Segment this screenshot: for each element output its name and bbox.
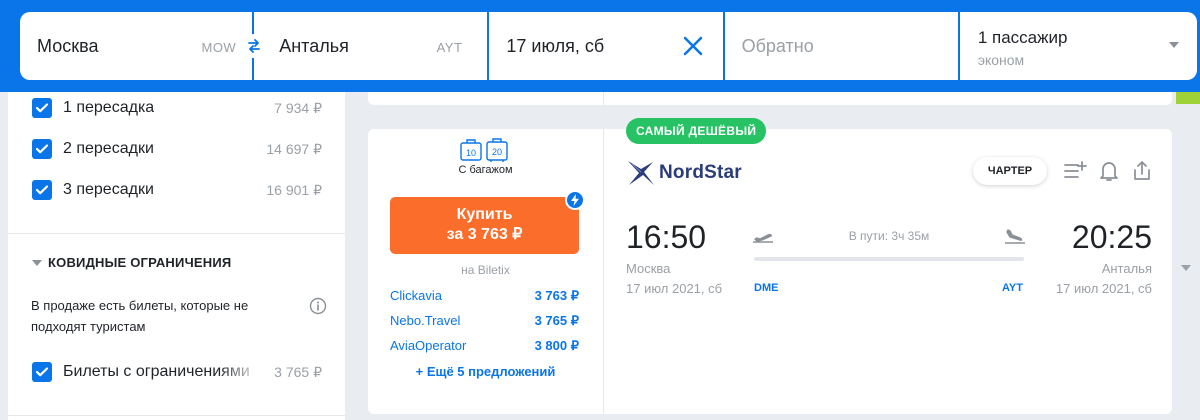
baggage-icons: 10 20 bbox=[460, 137, 508, 163]
offer-agency: Nebo.Travel bbox=[390, 313, 461, 328]
filter-label: 1 пересадка bbox=[63, 99, 155, 116]
filter-price: 3 765 ₽ bbox=[274, 363, 322, 380]
hand-luggage-weight: 10 bbox=[466, 148, 476, 158]
covid-section-title: КОВИДНЫЕ ОГРАНИЧЕНИЯ bbox=[48, 255, 232, 270]
arrival-airport-code[interactable]: AYT bbox=[1002, 282, 1023, 294]
suitcase-icon: 20 bbox=[486, 138, 508, 162]
filter-stops-2[interactable]: 2 пересадки 14 697 ₽ bbox=[32, 138, 322, 160]
origin-field[interactable]: Москва MOW bbox=[20, 12, 266, 80]
search-header: Москва MOW Анталья AYT 17 июля, сб Обрат… bbox=[0, 0, 1200, 92]
baggage-label: С багажом bbox=[458, 164, 513, 176]
departure-city: Москва bbox=[626, 261, 671, 276]
filter-label: 2 пересадки bbox=[63, 140, 154, 157]
return-date-placeholder: Обратно bbox=[741, 36, 814, 56]
filter-covid-restricted[interactable]: Билеты с ограничениями 3 765 ₽ bbox=[32, 361, 322, 383]
arrival-date: 17 июл 2021, сб bbox=[1055, 281, 1152, 296]
offer-agency: Clickavia bbox=[390, 288, 443, 303]
filter-price: 7 934 ₽ bbox=[274, 99, 322, 116]
cheapest-badge: САМЫЙ ДЕШЁВЫЙ bbox=[626, 118, 767, 144]
chevron-down-icon bbox=[32, 259, 42, 266]
passengers-select[interactable]: 1 пассажир эконом bbox=[959, 12, 1197, 80]
route-line bbox=[754, 257, 1024, 261]
side-tab[interactable] bbox=[1176, 92, 1200, 104]
charter-badge: ЧАРТЕР bbox=[973, 157, 1047, 185]
filters-sidebar: 1 пересадка 7 934 ₽ 2 пересадки 14 697 ₽… bbox=[8, 92, 345, 420]
suitcase-weight: 20 bbox=[492, 147, 502, 157]
departure-date-value: 17 июля, сб bbox=[506, 36, 605, 56]
clear-date-icon[interactable] bbox=[681, 34, 705, 58]
filter-price: 14 697 ₽ bbox=[266, 140, 322, 157]
nordstar-logo-icon bbox=[628, 161, 654, 185]
origin-code: MOW bbox=[201, 40, 237, 55]
offer-row[interactable]: Nebo.Travel 3 765 ₽ bbox=[390, 313, 579, 331]
airline-name: NordStar bbox=[659, 162, 742, 183]
covid-section-toggle[interactable]: КОВИДНЫЕ ОГРАНИЧЕНИЯ bbox=[32, 255, 231, 270]
divider bbox=[8, 415, 345, 416]
offer-row[interactable]: Clickavia 3 763 ₽ bbox=[390, 288, 579, 306]
offer-row[interactable]: AviaOperator 3 800 ₽ bbox=[390, 338, 579, 356]
checkbox-checked-icon[interactable] bbox=[32, 139, 52, 159]
departure-date: 17 июл 2021, сб bbox=[626, 281, 723, 296]
hand-luggage-icon: 10 bbox=[460, 139, 482, 161]
swap-direction-icon[interactable] bbox=[242, 34, 266, 58]
divider bbox=[8, 233, 345, 234]
search-form: Москва MOW Анталья AYT 17 июля, сб Обрат… bbox=[20, 12, 1197, 80]
checkbox-checked-icon[interactable] bbox=[32, 362, 52, 382]
filter-label: 3 пересадки bbox=[63, 181, 154, 198]
passengers-count: 1 пассажир bbox=[977, 28, 1068, 47]
cabin-class: эконом bbox=[977, 52, 1025, 68]
text-fade bbox=[218, 357, 263, 387]
bell-icon[interactable] bbox=[1097, 159, 1121, 183]
ticket-card[interactable]: 10 20 С багажом Купить за 3 763 ₽ на Bil… bbox=[368, 129, 1172, 414]
offer-price: 3 763 ₽ bbox=[534, 288, 579, 303]
checkbox-checked-icon[interactable] bbox=[32, 98, 52, 118]
chevron-down-icon bbox=[1169, 42, 1179, 48]
filter-stops-1[interactable]: 1 пересадка 7 934 ₽ bbox=[32, 97, 322, 119]
landing-icon bbox=[1005, 229, 1025, 244]
add-to-list-icon[interactable] bbox=[1063, 159, 1087, 183]
origin-city: Москва bbox=[37, 36, 99, 56]
departure-date-field[interactable]: 17 июля, сб bbox=[489, 12, 723, 80]
destination-code: AYT bbox=[436, 40, 463, 55]
previous-ticket-card[interactable] bbox=[368, 92, 1172, 105]
chevron-down-icon[interactable] bbox=[1181, 265, 1191, 271]
arrival-time: 20:25 bbox=[1071, 219, 1152, 255]
destination-field[interactable]: Анталья AYT bbox=[254, 12, 488, 80]
offer-agency: AviaOperator bbox=[390, 338, 467, 353]
card-divider bbox=[603, 129, 604, 414]
departure-time: 16:50 bbox=[626, 219, 707, 255]
destination-city: Анталья bbox=[279, 36, 349, 56]
departure-airport-code[interactable]: DME bbox=[754, 282, 778, 294]
checkbox-checked-icon[interactable] bbox=[32, 180, 52, 200]
seller-name: на Biletix bbox=[461, 263, 510, 277]
lightning-icon bbox=[565, 190, 585, 210]
covid-info-text: В продаже есть билеты, которые не подход… bbox=[31, 298, 249, 334]
info-icon[interactable] bbox=[309, 297, 327, 315]
offer-price: 3 765 ₽ bbox=[534, 313, 579, 328]
more-offers-link[interactable]: + Ещё 5 предложений bbox=[368, 364, 603, 379]
filter-price: 16 901 ₽ bbox=[266, 181, 322, 198]
buy-button-label: Купить bbox=[456, 206, 513, 223]
flight-duration: В пути: 3ч 35м bbox=[848, 229, 930, 243]
airline-logo: NordStar bbox=[626, 159, 742, 187]
offer-price: 3 800 ₽ bbox=[534, 338, 579, 353]
card-divider bbox=[603, 92, 604, 105]
share-icon[interactable] bbox=[1130, 159, 1154, 183]
buy-button-price: за 3 763 ₽ bbox=[446, 226, 523, 243]
filter-stops-3[interactable]: 3 пересадки 16 901 ₽ bbox=[32, 179, 322, 201]
arrival-city: Анталья bbox=[1101, 261, 1152, 276]
return-date-field[interactable]: Обратно bbox=[724, 12, 958, 80]
buy-button[interactable]: Купить за 3 763 ₽ bbox=[390, 197, 579, 254]
